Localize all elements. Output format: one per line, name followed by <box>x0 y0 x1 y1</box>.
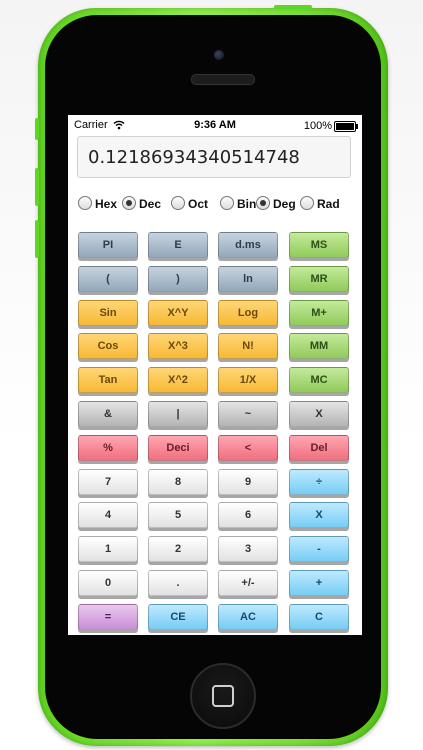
radio-dot-icon <box>300 196 314 210</box>
radio-dot-icon <box>78 196 92 210</box>
mode-radio-group: Hex Dec Oct Bin Deg Rad <box>78 195 358 215</box>
pi-key[interactable]: PI <box>78 232 138 258</box>
equals-key[interactable]: = <box>78 603 138 630</box>
square-key[interactable]: X^2 <box>148 367 208 394</box>
memory-add-key[interactable]: M+ <box>289 299 349 326</box>
e-key[interactable]: E <box>148 232 208 258</box>
not-key[interactable]: ~ <box>218 401 278 427</box>
digit-5-key[interactable]: 5 <box>148 502 208 529</box>
close-paren-key[interactable]: ) <box>148 265 208 292</box>
radio-dot-icon <box>220 196 234 210</box>
radio-dot-icon <box>256 196 270 210</box>
digit-8-key[interactable]: 8 <box>148 468 208 495</box>
and-key[interactable]: & <box>78 401 138 427</box>
mode-radio-label: Oct <box>188 197 209 211</box>
decimal-point-key[interactable]: . <box>148 570 208 596</box>
memory-recall-key[interactable]: MR <box>289 265 349 292</box>
cos-key[interactable]: Cos <box>78 333 138 360</box>
memory-minus-key[interactable]: MM <box>289 333 349 360</box>
mode-radio-label: Rad <box>317 197 340 211</box>
all-clear-key[interactable]: AC <box>218 603 278 630</box>
digit-3-key[interactable]: 3 <box>218 536 278 563</box>
home-square-icon <box>212 685 234 707</box>
status-bar: Carrier 9:36 AM 100% <box>68 115 362 135</box>
digit-9-key[interactable]: 9 <box>218 468 278 495</box>
digit-0-key[interactable]: 0 <box>78 570 138 596</box>
clear-key[interactable]: C <box>289 603 349 630</box>
or-key[interactable]: | <box>148 401 208 427</box>
add-key[interactable]: + <box>289 570 349 596</box>
memory-clear-key[interactable]: MC <box>289 367 349 394</box>
camera-icon <box>214 50 224 60</box>
digit-6-key[interactable]: 6 <box>218 502 278 529</box>
battery-percent: 100% <box>303 120 332 132</box>
cube-key[interactable]: X^3 <box>148 333 208 360</box>
open-paren-key[interactable]: ( <box>78 265 138 292</box>
app-screen: Carrier 9:36 AM 100% 0.12186934340514748… <box>68 115 362 635</box>
reciprocal-key[interactable]: 1/X <box>218 367 278 394</box>
delete-key[interactable]: Del <box>289 434 349 461</box>
tan-key[interactable]: Tan <box>78 367 138 394</box>
backspace-key[interactable]: < <box>218 434 278 461</box>
digit-4-key[interactable]: 4 <box>78 502 138 529</box>
negate-key[interactable]: +/- <box>218 570 278 596</box>
sin-key[interactable]: Sin <box>78 299 138 326</box>
xor-key[interactable]: X <box>289 401 349 427</box>
divide-key[interactable]: ÷ <box>289 468 349 495</box>
volume-up-button <box>35 168 39 206</box>
digit-7-key[interactable]: 7 <box>78 468 138 495</box>
battery-icon <box>334 121 358 132</box>
ln-key[interactable]: ln <box>218 265 278 292</box>
percent-key[interactable]: % <box>78 434 138 461</box>
radio-dot-icon <box>122 196 136 210</box>
volume-down-button <box>35 220 39 258</box>
speaker-grille <box>191 74 255 85</box>
memory-store-key[interactable]: MS <box>289 232 349 258</box>
clear-entry-key[interactable]: CE <box>148 603 208 630</box>
power-key[interactable]: X^Y <box>148 299 208 326</box>
digit-1-key[interactable]: 1 <box>78 536 138 563</box>
log-key[interactable]: Log <box>218 299 278 326</box>
dms-key[interactable]: d.ms <box>218 232 278 258</box>
mode-radio-label: Deg <box>273 197 296 211</box>
power-button <box>274 5 312 9</box>
mode-radio-label: Hex <box>95 197 118 211</box>
mute-switch <box>35 118 39 140</box>
keypad: PI Ed.ms MS () ln MR Sin X^Y Log M+ Cos X^3 N! MM Tan X… <box>78 232 358 632</box>
factorial-key[interactable]: N! <box>218 333 278 360</box>
deci-key[interactable]: Deci <box>148 434 208 461</box>
subtract-key[interactable]: - <box>289 536 349 563</box>
home-button[interactable] <box>190 663 256 729</box>
result-display: 0.12186934340514748 <box>77 136 351 178</box>
digit-2-key[interactable]: 2 <box>148 536 208 563</box>
radio-dot-icon <box>171 196 185 210</box>
multiply-key[interactable]: X <box>289 502 349 529</box>
mode-radio-label: Dec <box>139 197 162 211</box>
mode-radio-label: Bin <box>237 197 257 211</box>
